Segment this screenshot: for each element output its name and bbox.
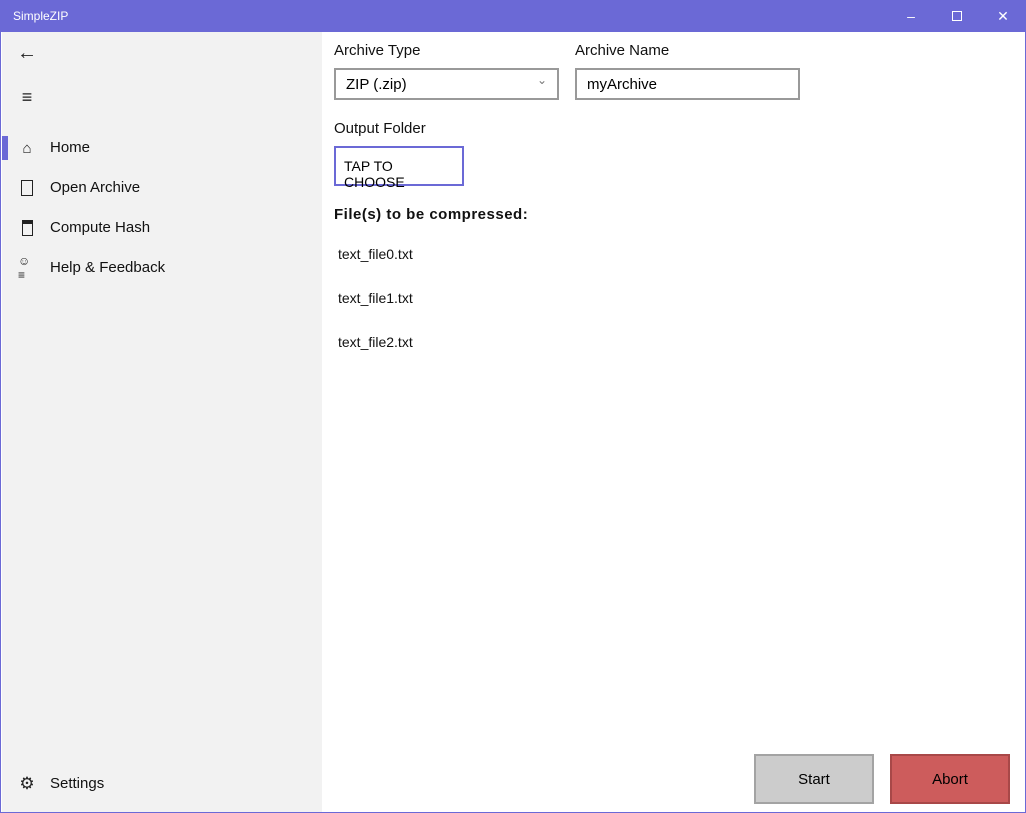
open-file-icon [18,179,36,197]
start-button[interactable]: Start [754,754,874,804]
nav-item-home[interactable]: ⌂ Home [2,128,322,168]
output-folder-label: Output Folder [334,120,426,137]
nav-item-compute-hash[interactable]: Compute Hash [2,208,322,248]
archive-name-input[interactable]: myArchive [575,68,800,100]
nav-label: Compute Hash [50,219,151,236]
title-bar: SimpleZIP – ✕ [1,0,1026,32]
archive-type-value: ZIP (.zip) [346,76,407,93]
app-window: SimpleZIP – ✕ ← ≡ ⌂ Home Open Archive Co… [0,0,1026,813]
gear-icon: ⚙ [19,774,35,793]
archive-type-label: Archive Type [334,42,421,59]
sidebar: ← ≡ ⌂ Home Open Archive Compute Hash ☺≡ … [2,32,322,812]
nav-label: Help & Feedback [50,259,166,276]
minimize-icon[interactable]: – [888,0,934,32]
maximize-icon[interactable] [934,0,980,32]
selection-indicator [2,136,8,160]
abort-button[interactable]: Abort [890,754,1010,804]
choose-folder-button[interactable]: TAP TO CHOOSE [334,146,464,190]
hamburger-menu-icon[interactable]: ≡ [18,87,36,107]
nav-label: Home [50,139,91,156]
archive-name-value: myArchive [587,76,658,93]
file-list-item[interactable]: text_file1.txt [338,290,413,306]
chevron-down-icon: ⌄ [536,73,547,87]
contact-list-icon: ☺≡ [18,254,31,282]
nav-label: Settings [50,775,105,792]
nav-item-help-feedback[interactable]: ☺≡ Help & Feedback [2,248,322,288]
archive-name-label: Archive Name [575,42,670,59]
nav-item-open-archive[interactable]: Open Archive [2,168,322,208]
nav-item-settings[interactable]: ⚙ Settings [2,764,322,804]
calculator-icon [18,219,36,237]
nav-label: Open Archive [50,179,141,196]
file-list-item[interactable]: text_file0.txt [338,246,413,262]
window-title: SimpleZIP [13,9,69,23]
back-arrow-icon[interactable]: ← [17,42,37,64]
files-heading: File(s) to be compressed: [334,206,529,223]
archive-type-dropdown[interactable]: ZIP (.zip) ⌄ [334,68,559,100]
close-icon[interactable]: ✕ [980,0,1026,32]
file-list-item[interactable]: text_file2.txt [338,334,413,350]
home-icon: ⌂ [22,139,32,157]
